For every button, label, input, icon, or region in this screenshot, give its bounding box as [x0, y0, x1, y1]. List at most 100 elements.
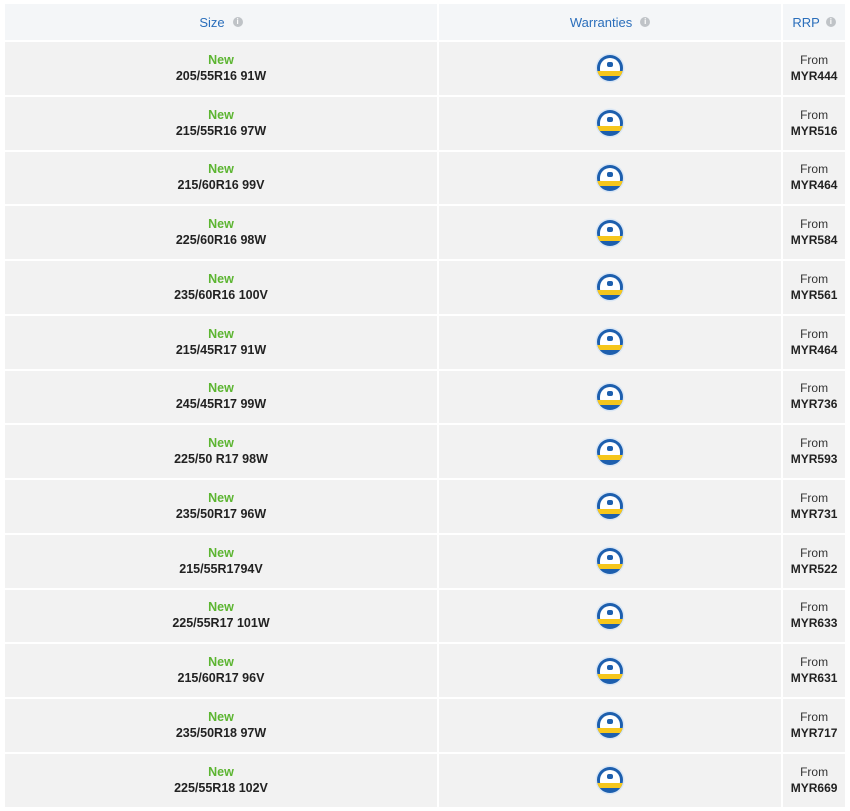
warranty-cell [438, 315, 782, 369]
warranty-badge-icon[interactable] [597, 602, 624, 629]
rrp-cell: From MYR561 [783, 261, 846, 314]
from-label: From [800, 764, 829, 779]
table-row[interactable]: New 225/60R16 98W From MYR584 [5, 206, 846, 259]
warranty-cell [438, 699, 782, 752]
tyre-size[interactable]: 235/50R17 96W [176, 506, 266, 522]
tyre-size[interactable]: 225/55R18 102V [174, 780, 268, 796]
tyre-size[interactable]: 215/55R16 97W [176, 123, 266, 139]
from-label: From [800, 545, 829, 560]
tyre-size[interactable]: 225/50 R17 98W [174, 451, 268, 467]
new-label: New [208, 52, 234, 67]
rrp-cell: From MYR731 [783, 480, 846, 533]
warranties-header-label: Warranties [569, 14, 633, 30]
size-cell: New 215/55R16 97W [5, 96, 437, 150]
tyre-size-table: Size i Warranties i RRP i New 205/55R16 9… [5, 4, 846, 809]
warranty-badge-icon[interactable] [597, 712, 624, 739]
price-value: MYR736 [790, 397, 838, 412]
new-label: New [208, 655, 234, 670]
warranty-badge-icon[interactable] [597, 493, 624, 520]
tyre-size[interactable]: 215/60R17 96V [178, 670, 265, 686]
warranty-badge-icon[interactable] [597, 767, 624, 794]
tyre-size[interactable]: 225/60R16 98W [176, 232, 266, 248]
new-label: New [208, 107, 234, 122]
info-icon[interactable]: i [640, 17, 651, 27]
new-label: New [208, 764, 234, 779]
size-cell: New 235/50R18 97W [5, 699, 437, 752]
rrp-header-label: RRP [792, 14, 820, 30]
warranty-badge-icon[interactable] [597, 383, 624, 410]
from-label: From [800, 381, 829, 396]
tyre-size[interactable]: 215/60R16 99V [178, 177, 265, 193]
tyre-size[interactable]: 235/60R16 100V [174, 287, 268, 303]
warranty-badge-icon[interactable] [597, 657, 624, 684]
table-row[interactable]: New 215/60R17 96V From MYR631 [5, 644, 846, 697]
warranty-cell [438, 753, 782, 807]
size-cell: New 235/50R17 96W [5, 480, 437, 533]
price-value: MYR593 [790, 452, 838, 467]
warranty-badge-icon[interactable] [597, 55, 624, 82]
rrp-cell: From MYR516 [783, 96, 846, 150]
warranty-cell [438, 589, 782, 643]
info-icon[interactable]: i [232, 17, 243, 27]
warranty-badge-icon[interactable] [597, 438, 624, 465]
new-label: New [208, 709, 234, 724]
new-label: New [208, 600, 234, 615]
info-icon[interactable]: i [825, 17, 836, 27]
warranty-cell [438, 480, 782, 533]
size-column-header[interactable]: Size i [5, 4, 437, 40]
table-row[interactable]: New 215/45R17 91W From MYR464 [5, 315, 846, 369]
tyre-size[interactable]: 245/45R17 99W [176, 396, 266, 412]
table-row[interactable]: New 205/55R16 91W From MYR444 [5, 42, 846, 95]
from-label: From [800, 52, 829, 67]
new-label: New [208, 271, 234, 286]
size-cell: New 215/60R17 96V [5, 644, 437, 697]
price-value: MYR584 [790, 233, 838, 248]
warranty-badge-icon[interactable] [597, 164, 624, 191]
warranty-badge-icon[interactable] [597, 329, 624, 356]
table-row[interactable]: New 215/60R16 99V From MYR464 [5, 151, 846, 205]
warranty-badge-icon[interactable] [597, 219, 624, 246]
size-cell: New 225/50 R17 98W [5, 425, 437, 478]
new-label: New [208, 326, 234, 341]
rrp-cell: From MYR584 [783, 206, 846, 259]
table-row[interactable]: New 225/55R18 102V From MYR669 [5, 753, 846, 807]
tyre-size[interactable]: 225/55R17 101W [172, 615, 269, 631]
table-header: Size i Warranties i RRP i [5, 4, 846, 40]
table-row[interactable]: New 235/50R18 97W From MYR717 [5, 699, 846, 752]
rrp-column-header[interactable]: RRP i [783, 4, 846, 40]
table-row[interactable]: New 245/45R17 99W From MYR736 [5, 370, 846, 424]
table-row[interactable]: New 235/50R17 96W From MYR731 [5, 480, 846, 533]
price-value: MYR633 [790, 616, 838, 631]
new-label: New [208, 490, 234, 505]
from-label: From [800, 655, 829, 670]
warranties-column-header[interactable]: Warranties i [438, 4, 782, 40]
from-label: From [800, 600, 829, 615]
price-value: MYR444 [790, 68, 838, 83]
table-row[interactable]: New 235/60R16 100V From MYR561 [5, 261, 846, 314]
warranty-cell [438, 644, 782, 697]
new-label: New [208, 217, 234, 232]
warranty-badge-icon[interactable] [597, 274, 624, 301]
from-label: From [800, 490, 829, 505]
size-header-label: Size [199, 14, 225, 30]
new-label: New [208, 381, 234, 396]
size-cell: New 225/55R17 101W [5, 589, 437, 643]
table-row[interactable]: New 215/55R16 97W From MYR516 [5, 96, 846, 150]
size-cell: New 225/60R16 98W [5, 206, 437, 259]
price-value: MYR464 [790, 178, 838, 193]
warranty-badge-icon[interactable] [597, 548, 624, 575]
tyre-size[interactable]: 215/55R1794V [179, 561, 262, 577]
price-value: MYR522 [790, 561, 838, 576]
table-row[interactable]: New 225/55R17 101W From MYR633 [5, 589, 846, 643]
price-value: MYR464 [790, 342, 838, 357]
tyre-size[interactable]: 215/45R17 91W [176, 342, 266, 358]
from-label: From [800, 271, 829, 286]
table-row[interactable]: New 215/55R1794V From MYR522 [5, 534, 846, 588]
warranty-cell [438, 425, 782, 478]
rrp-cell: From MYR631 [783, 644, 846, 697]
tyre-size[interactable]: 235/50R18 97W [176, 725, 266, 741]
warranty-badge-icon[interactable] [597, 110, 624, 137]
tyre-size[interactable]: 205/55R16 91W [176, 68, 266, 84]
table-row[interactable]: New 225/50 R17 98W From MYR593 [5, 425, 846, 478]
price-value: MYR717 [790, 725, 838, 740]
